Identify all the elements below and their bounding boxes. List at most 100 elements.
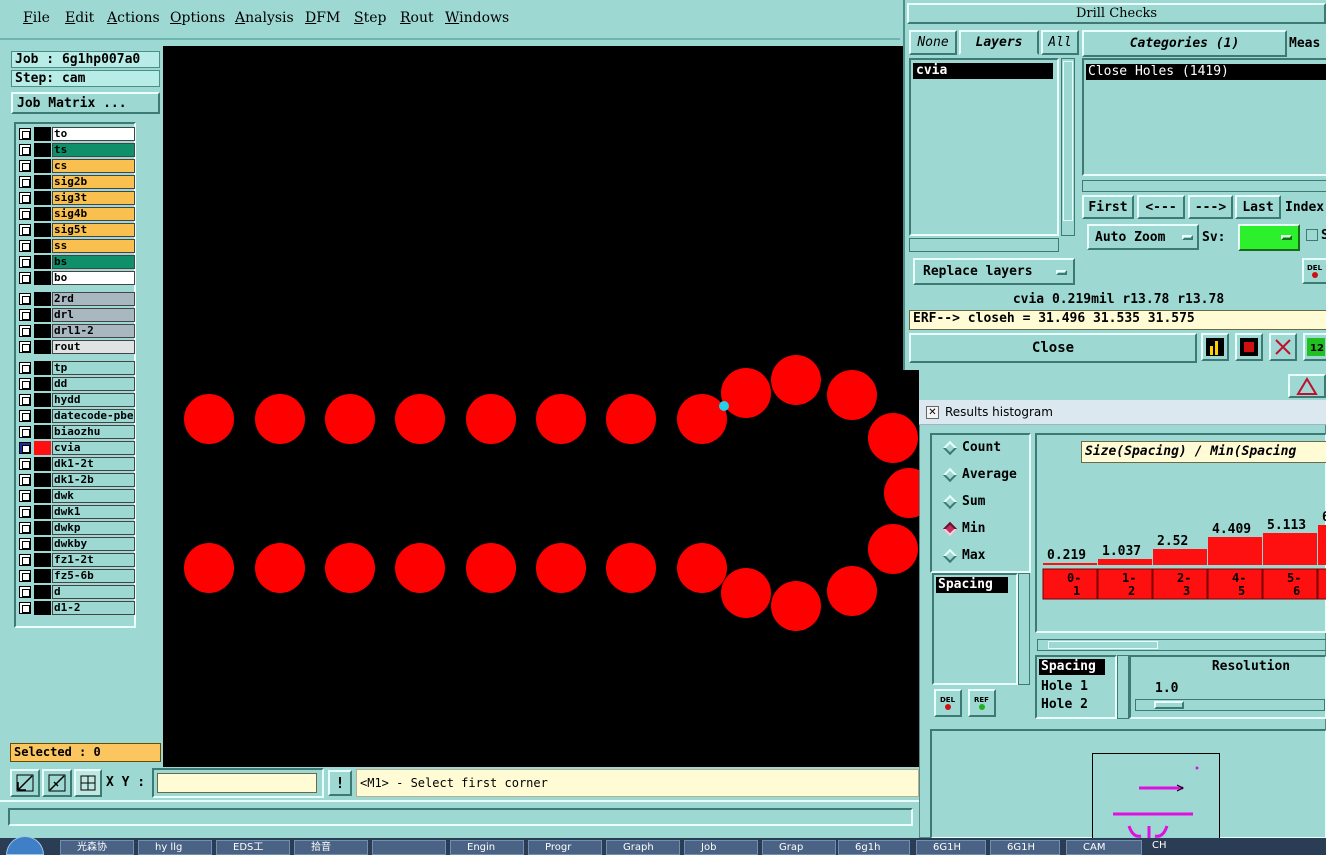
layer-name[interactable]: dk1-2b bbox=[52, 473, 135, 487]
layer-name[interactable]: dd bbox=[52, 377, 135, 391]
taskbar-item[interactable]: 6G1H bbox=[990, 840, 1060, 855]
layer-color-swatch[interactable] bbox=[34, 207, 51, 221]
layer-color-swatch[interactable] bbox=[34, 505, 51, 519]
layers-listbox[interactable]: cvia bbox=[909, 58, 1059, 236]
layer-row-to[interactable]: to bbox=[18, 127, 135, 141]
warning-icon[interactable] bbox=[1288, 374, 1326, 398]
xy-input[interactable] bbox=[157, 773, 317, 793]
layer-color-swatch[interactable] bbox=[34, 585, 51, 599]
layer-row-2rd[interactable]: 2rd bbox=[18, 292, 135, 306]
layer-name[interactable]: dk1-2t bbox=[52, 457, 135, 471]
chart-hscrollbar[interactable] bbox=[1037, 639, 1326, 651]
layer-name[interactable]: bo bbox=[52, 271, 135, 285]
layer-checkbox[interactable] bbox=[19, 293, 31, 305]
layer-color-swatch[interactable] bbox=[34, 521, 51, 535]
layer-row-sig3t[interactable]: sig3t bbox=[18, 191, 135, 205]
attribute-list[interactable]: Spacing bbox=[932, 573, 1018, 685]
layer-name[interactable]: sig4b bbox=[52, 207, 135, 221]
layer-checkbox[interactable] bbox=[19, 341, 31, 353]
layer-name[interactable]: dwk1 bbox=[52, 505, 135, 519]
layer-color-swatch[interactable] bbox=[34, 239, 51, 253]
categories-button[interactable]: Categories (1) bbox=[1082, 30, 1287, 57]
layer-checkbox[interactable] bbox=[19, 309, 31, 321]
taskbar-item[interactable]: hy llg bbox=[138, 840, 212, 855]
layer-row-bo[interactable]: bo bbox=[18, 271, 135, 285]
chart-icon[interactable] bbox=[1201, 333, 1229, 361]
job-matrix-button[interactable]: Job Matrix ... bbox=[11, 92, 160, 114]
layer-row-sig4b[interactable]: sig4b bbox=[18, 207, 135, 221]
layer-row-tp[interactable]: tp bbox=[18, 361, 135, 375]
layer-checkbox[interactable] bbox=[19, 160, 31, 172]
attribute-scrollbar[interactable] bbox=[1018, 573, 1030, 685]
layer-color-swatch[interactable] bbox=[34, 159, 51, 173]
layer-color-swatch[interactable] bbox=[34, 553, 51, 567]
layer-color-swatch[interactable] bbox=[34, 223, 51, 237]
step-number-icon[interactable]: 12 bbox=[1303, 333, 1326, 361]
taskbar-item[interactable]: Engin bbox=[450, 840, 524, 855]
list-item[interactable]: Hole 2 bbox=[1041, 697, 1088, 712]
first-button[interactable]: First bbox=[1082, 195, 1134, 219]
layer-checkbox[interactable] bbox=[19, 426, 31, 438]
layer-name[interactable]: dwk bbox=[52, 489, 135, 503]
layer-checkbox[interactable] bbox=[19, 208, 31, 220]
axis-attribute-list[interactable]: Spacing Hole 1 Hole 2 bbox=[1035, 655, 1117, 719]
layer-row-dwkby[interactable]: dwkby bbox=[18, 537, 135, 551]
layer-color-swatch[interactable] bbox=[34, 292, 51, 306]
taskbar-item[interactable]: 光森协 bbox=[60, 840, 134, 855]
axis-scrollbar[interactable] bbox=[1117, 655, 1129, 719]
layer-row-ts[interactable]: ts bbox=[18, 143, 135, 157]
menu-step[interactable]: Step bbox=[354, 10, 386, 26]
layer-row-sig2b[interactable]: sig2b bbox=[18, 175, 135, 189]
radio-count[interactable]: Count bbox=[940, 437, 1001, 459]
layer-name[interactable]: sig5t bbox=[52, 223, 135, 237]
layer-name[interactable]: sig3t bbox=[52, 191, 135, 205]
taskbar-item[interactable]: Progr bbox=[528, 840, 602, 855]
tab-layers[interactable]: Layers bbox=[959, 30, 1039, 55]
layer-checkbox[interactable] bbox=[19, 474, 31, 486]
layer-row-biaozhu[interactable]: biaozhu bbox=[18, 425, 135, 439]
layer-color-swatch[interactable] bbox=[34, 143, 51, 157]
list-item[interactable]: Spacing bbox=[1039, 659, 1105, 675]
layer-checkbox[interactable] bbox=[19, 410, 31, 422]
menu-rout[interactable]: Rout bbox=[400, 10, 434, 26]
layer-name[interactable]: fz5-6b bbox=[52, 569, 135, 583]
layers-hscrollbar[interactable] bbox=[909, 238, 1059, 252]
layer-checkbox[interactable] bbox=[19, 325, 31, 337]
layer-color-swatch[interactable] bbox=[34, 377, 51, 391]
menu-actions[interactable]: Actions bbox=[107, 10, 160, 26]
layer-checkbox[interactable] bbox=[19, 586, 31, 598]
layer-row-rout[interactable]: rout bbox=[18, 340, 135, 354]
layer-row-cs[interactable]: cs bbox=[18, 159, 135, 173]
layer-name[interactable]: cs bbox=[52, 159, 135, 173]
layer-color-swatch[interactable] bbox=[34, 324, 51, 338]
delete-icon[interactable]: DEL bbox=[1302, 258, 1326, 284]
layer-checkbox[interactable] bbox=[19, 240, 31, 252]
radio-min[interactable]: Min bbox=[940, 518, 985, 540]
next-button[interactable]: ---> bbox=[1188, 195, 1233, 219]
categories-hscrollbar[interactable] bbox=[1082, 180, 1326, 192]
layer-checkbox[interactable] bbox=[19, 442, 31, 454]
layer-row-dk1-2t[interactable]: dk1-2t bbox=[18, 457, 135, 471]
layer-row-drl[interactable]: drl bbox=[18, 308, 135, 322]
measure-icon[interactable] bbox=[42, 769, 72, 797]
list-item[interactable]: Spacing bbox=[936, 577, 1008, 593]
list-item[interactable]: Hole 1 bbox=[1041, 679, 1088, 694]
layer-name[interactable]: datecode-pbe bbox=[52, 409, 135, 423]
layer-name[interactable]: ts bbox=[52, 143, 135, 157]
tab-none[interactable]: None bbox=[909, 30, 957, 55]
layer-color-swatch[interactable] bbox=[34, 489, 51, 503]
layer-checkbox[interactable] bbox=[19, 602, 31, 614]
layer-row-hydd[interactable]: hydd bbox=[18, 393, 135, 407]
layer-color-swatch[interactable] bbox=[34, 271, 51, 285]
layer-checkbox[interactable] bbox=[19, 506, 31, 518]
menu-dfm[interactable]: DFM bbox=[305, 10, 340, 26]
layer-name[interactable]: cvia bbox=[52, 441, 135, 455]
layer-row-datecode-pbe[interactable]: datecode-pbe bbox=[18, 409, 135, 423]
layer-color-swatch[interactable] bbox=[34, 340, 51, 354]
layer-row-ss[interactable]: ss bbox=[18, 239, 135, 253]
layer-checkbox[interactable] bbox=[19, 378, 31, 390]
s-checkbox[interactable] bbox=[1306, 229, 1318, 241]
taskbar-item[interactable]: 拾音 bbox=[294, 840, 368, 855]
layer-checkbox[interactable] bbox=[19, 570, 31, 582]
list-item[interactable]: Close Holes (1419) bbox=[1086, 64, 1326, 80]
